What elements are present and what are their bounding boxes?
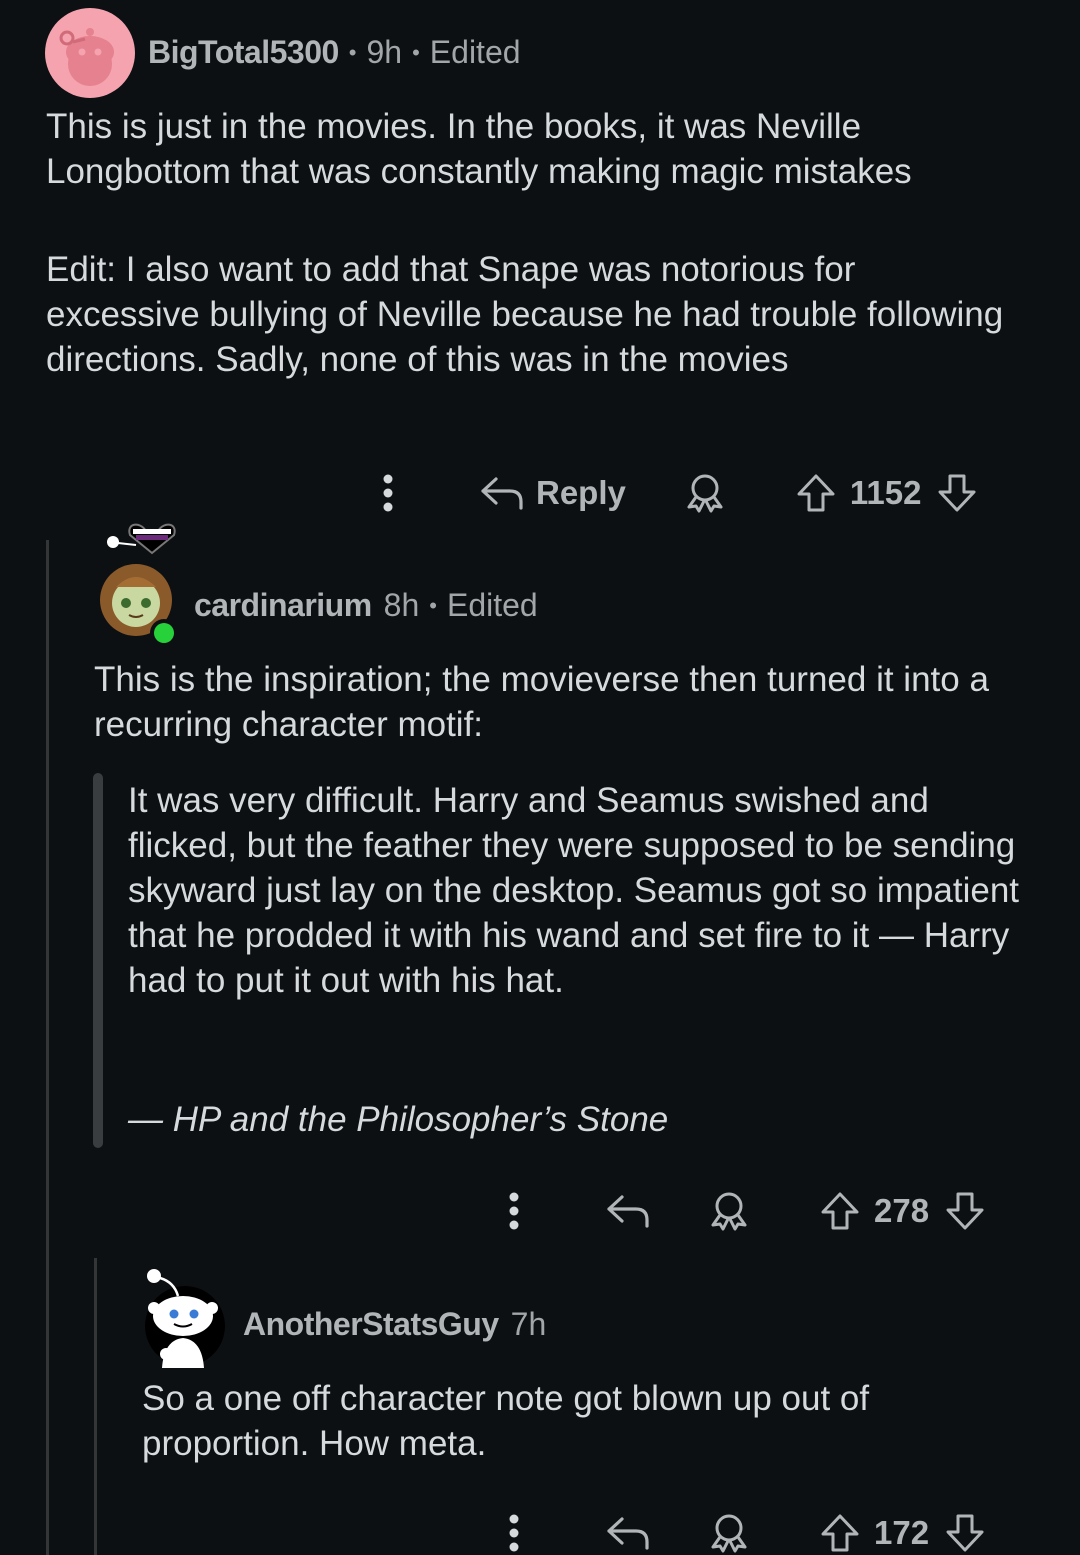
comment-cardinarium: cardinarium 8h • Edited This is the insp… xyxy=(0,515,1080,1260)
comment-actions: Reply 1152 xyxy=(366,463,977,523)
comment-body: This is the inspiration; the movieverse … xyxy=(94,660,999,744)
upvote-icon xyxy=(821,1514,859,1552)
avatar[interactable] xyxy=(96,515,196,655)
more-icon xyxy=(383,474,393,512)
vote-count: 278 xyxy=(874,1192,930,1229)
comment-header: cardinarium 8h • Edited xyxy=(194,587,538,624)
comment-body: So a one off character note got blown up… xyxy=(142,1379,879,1463)
username[interactable]: cardinarium xyxy=(194,587,372,624)
upvote-button[interactable] xyxy=(820,1191,860,1231)
downvote-icon xyxy=(946,1192,984,1230)
reply-icon xyxy=(481,477,523,510)
comment-header: BigTotal5300 • 9h • Edited xyxy=(148,34,521,71)
separator: • xyxy=(412,39,420,65)
separator: • xyxy=(348,39,357,65)
snoo-avatar-icon xyxy=(145,1269,225,1368)
comment-anotherstatsguy: AnotherStatsGuy 7h So a one off characte… xyxy=(0,1260,1080,1555)
award-button[interactable] xyxy=(708,1513,750,1553)
upvote-button[interactable] xyxy=(820,1513,860,1553)
comment-body-paragraph-1: This is just in the movies. In the books… xyxy=(46,107,912,191)
blockquote-bar xyxy=(93,773,103,1148)
downvote-button[interactable] xyxy=(937,473,977,513)
comment-bigtotal5300: BigTotal5300 • 9h • Edited This is just … xyxy=(0,0,1080,530)
avatar[interactable] xyxy=(140,1264,230,1369)
blockquote-text: It was very difficult. Harry and Seamus … xyxy=(128,781,1029,1000)
comment-age: 9h xyxy=(366,34,403,70)
comment-age: 7h xyxy=(510,1306,547,1342)
award-button[interactable] xyxy=(708,1191,750,1231)
award-icon xyxy=(711,1514,747,1553)
comment-actions: 278 xyxy=(492,1181,985,1241)
comment-actions: 172 xyxy=(492,1503,985,1555)
comment-body-paragraph-2: Edit: I also want to add that Snape was … xyxy=(46,250,1013,379)
more-button[interactable] xyxy=(492,1191,536,1231)
downvote-icon xyxy=(946,1514,984,1552)
downvote-icon xyxy=(938,474,976,512)
reply-icon xyxy=(607,1517,649,1550)
more-button[interactable] xyxy=(492,1513,536,1553)
edited-label: Edited xyxy=(429,34,521,70)
edited-label: Edited xyxy=(446,587,538,623)
separator: • xyxy=(429,592,437,618)
award-icon xyxy=(711,1192,747,1231)
username[interactable]: BigTotal5300 xyxy=(148,34,339,71)
reply-button[interactable]: Reply xyxy=(480,474,626,512)
upvote-icon xyxy=(797,474,835,512)
upvote-button[interactable] xyxy=(796,473,836,513)
more-icon xyxy=(509,1514,519,1552)
username[interactable]: AnotherStatsGuy xyxy=(243,1306,499,1343)
snoo-avatar-icon xyxy=(45,8,135,98)
comment-age: 8h xyxy=(383,587,420,623)
vote-count: 1152 xyxy=(849,474,922,511)
downvote-button[interactable] xyxy=(945,1513,985,1553)
reply-icon xyxy=(607,1195,649,1228)
comment-header: AnotherStatsGuy 7h xyxy=(243,1306,546,1343)
avatar[interactable] xyxy=(45,8,135,98)
vote-count: 172 xyxy=(874,1514,930,1551)
blockquote-citation: — HP and the Philosopher’s Stone xyxy=(128,1100,669,1139)
reply-button[interactable] xyxy=(606,1194,650,1228)
owl-avatar-icon xyxy=(100,523,178,647)
more-icon xyxy=(509,1192,519,1230)
reply-label: Reply xyxy=(536,474,626,511)
award-button[interactable] xyxy=(684,473,726,513)
reply-button[interactable] xyxy=(606,1516,650,1550)
downvote-button[interactable] xyxy=(945,1191,985,1231)
more-button[interactable] xyxy=(366,473,410,513)
award-icon xyxy=(687,474,723,513)
upvote-icon xyxy=(821,1192,859,1230)
